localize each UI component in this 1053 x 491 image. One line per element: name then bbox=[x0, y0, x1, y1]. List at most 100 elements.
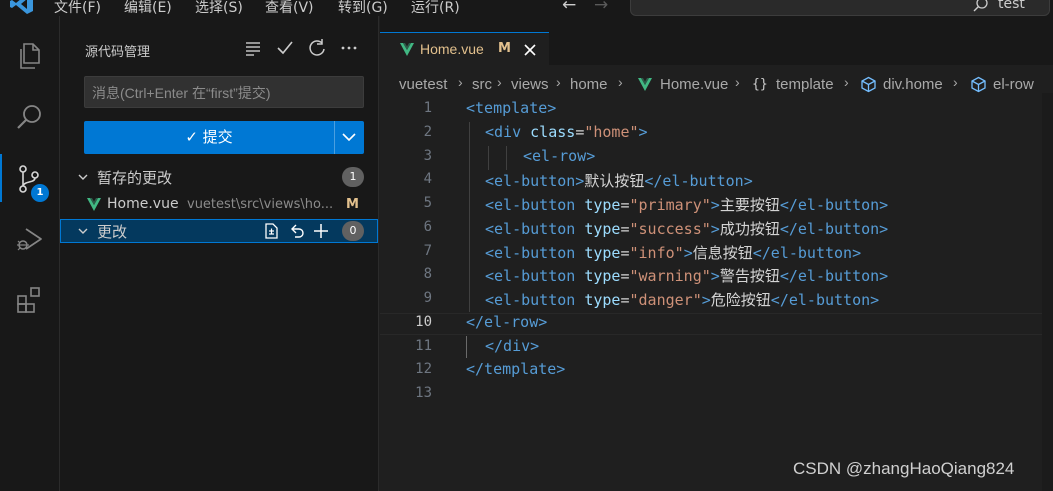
source-control-panel: 源代码管理 消息(Ctrl+Enter 在“first”提交) ✓ 提交 暂存的… bbox=[60, 16, 379, 491]
code-token: = bbox=[620, 291, 630, 309]
chevron-right-icon: › bbox=[497, 74, 502, 90]
line-number: 9 bbox=[423, 290, 432, 306]
code-line: <el-button type="primary">主要按钮</el-butto… bbox=[485, 194, 888, 215]
activity-source-control[interactable]: 1 bbox=[0, 154, 60, 202]
close-icon[interactable] bbox=[522, 42, 538, 58]
code-editor[interactable]: 1 2 3 4 5 6 7 8 9 10 11 12 13 <template>… bbox=[380, 93, 1053, 491]
forward-arrow-icon[interactable]: → bbox=[594, 0, 608, 15]
indent-guide bbox=[506, 146, 507, 170]
changes-label: 更改 bbox=[97, 223, 128, 241]
code-line: <el-button type="warning">警告按钮</el-butto… bbox=[485, 265, 888, 286]
menu-edit[interactable]: 编辑(E) bbox=[124, 0, 172, 16]
braces-icon: {} bbox=[752, 77, 768, 92]
open-file-icon[interactable] bbox=[262, 222, 280, 240]
staged-count-badge: 1 bbox=[342, 167, 364, 187]
code-token: 警告按钮 bbox=[719, 267, 780, 285]
code-line: <el-button>默认按钮</el-button> bbox=[485, 170, 753, 191]
more-actions-icon[interactable] bbox=[339, 38, 359, 58]
code-token: </el-button> bbox=[779, 267, 889, 285]
breadcrumb-item[interactable]: src bbox=[472, 76, 492, 93]
code-token: <el-button bbox=[485, 267, 576, 285]
breadcrumb: vuetest › src › views › home › Home.vue … bbox=[380, 65, 1053, 93]
code-token: = bbox=[620, 267, 630, 285]
code-line: </el-row> bbox=[466, 313, 547, 331]
code-token: type bbox=[584, 267, 621, 285]
commit-check-icon[interactable] bbox=[275, 38, 295, 58]
vscode-logo-icon[interactable] bbox=[10, 0, 34, 14]
commit-message-input[interactable]: 消息(Ctrl+Enter 在“first”提交) bbox=[84, 76, 364, 108]
activity-search[interactable] bbox=[0, 93, 60, 141]
code-token: <el-button> bbox=[485, 172, 585, 190]
breadcrumb-item[interactable]: el-row bbox=[993, 76, 1034, 93]
breadcrumb-item[interactable]: Home.vue bbox=[660, 76, 728, 93]
changes-header[interactable]: 更改 0 bbox=[60, 219, 378, 243]
breadcrumb-item[interactable]: template bbox=[776, 76, 834, 93]
refresh-icon[interactable] bbox=[307, 38, 327, 58]
title-bar: 文件(F) 编辑(E) 选择(S) 查看(V) 转到(G) 运行(R) ← → … bbox=[0, 0, 1053, 16]
breadcrumb-item[interactable]: home bbox=[570, 76, 608, 93]
code-token: </el-row> bbox=[466, 313, 548, 331]
stage-all-plus-icon[interactable] bbox=[312, 222, 330, 240]
commit-dropdown-button[interactable] bbox=[334, 121, 364, 154]
code-token: "home" bbox=[584, 123, 639, 141]
code-token: class bbox=[530, 123, 576, 141]
code-token: "success" bbox=[629, 220, 711, 238]
search-icon bbox=[17, 105, 41, 129]
chevron-right-icon: › bbox=[735, 74, 740, 90]
menu-view[interactable]: 查看(V) bbox=[265, 0, 314, 16]
panel-title: 源代码管理 bbox=[85, 45, 151, 60]
code-token: </template> bbox=[466, 360, 566, 378]
line-number: 8 bbox=[423, 266, 432, 282]
line-number: 12 bbox=[415, 361, 432, 377]
code-line: </template> bbox=[466, 360, 565, 378]
view-as-tree-icon[interactable] bbox=[243, 38, 263, 58]
menu-run[interactable]: 运行(R) bbox=[411, 0, 460, 16]
activity-bar: 1 bbox=[0, 16, 60, 491]
code-line: <div class="home"> bbox=[485, 123, 648, 141]
code-token: = bbox=[620, 220, 630, 238]
chevron-right-icon: › bbox=[844, 74, 849, 90]
code-line: <template> bbox=[466, 99, 556, 117]
minimap[interactable] bbox=[1042, 93, 1053, 491]
discard-changes-icon[interactable] bbox=[288, 222, 306, 240]
code-token: <el-button bbox=[485, 220, 576, 238]
breadcrumb-item[interactable]: div.home bbox=[883, 76, 943, 93]
element-cube-icon bbox=[971, 76, 986, 93]
code-token: type bbox=[584, 196, 621, 214]
staged-file-row[interactable]: Home.vue vuetest\src\views\ho... M bbox=[60, 194, 378, 216]
code-token: <el-button bbox=[485, 291, 576, 309]
search-icon bbox=[973, 0, 988, 12]
line-number: 5 bbox=[423, 195, 432, 211]
scm-badge: 1 bbox=[31, 184, 49, 202]
breadcrumb-item[interactable]: vuetest bbox=[399, 76, 447, 93]
code-token: > bbox=[701, 291, 711, 309]
code-token: <div bbox=[485, 123, 522, 141]
back-arrow-icon[interactable]: ← bbox=[562, 0, 576, 15]
menu-go[interactable]: 转到(G) bbox=[338, 0, 388, 16]
code-token: </el-button> bbox=[770, 291, 880, 309]
command-center-text: test bbox=[998, 0, 1025, 12]
activity-run-debug[interactable] bbox=[0, 214, 60, 262]
code-token: > bbox=[710, 220, 720, 238]
code-token: 信息按钮 bbox=[692, 244, 753, 262]
breadcrumb-item[interactable]: views bbox=[511, 76, 549, 93]
code-token: 主要按钮 bbox=[719, 196, 780, 214]
menu-selection[interactable]: 选择(S) bbox=[195, 0, 243, 16]
extensions-icon bbox=[17, 287, 40, 313]
staged-file-path: vuetest\src\views\ho... bbox=[187, 197, 332, 212]
element-cube-icon bbox=[861, 76, 876, 93]
staged-file-name: Home.vue bbox=[107, 196, 179, 212]
code-token: </el-button> bbox=[779, 196, 889, 214]
code-token: > bbox=[710, 196, 720, 214]
menu-file[interactable]: 文件(F) bbox=[54, 0, 101, 16]
staged-changes-label: 暂存的更改 bbox=[97, 169, 173, 187]
staged-changes-header[interactable]: 暂存的更改 1 bbox=[60, 165, 378, 189]
line-number: 6 bbox=[423, 219, 432, 235]
activity-extensions[interactable] bbox=[0, 275, 60, 323]
code-line: <el-button type="success">成功按钮</el-butto… bbox=[485, 218, 888, 239]
activity-explorer[interactable] bbox=[0, 31, 60, 79]
chevron-right-icon: › bbox=[618, 74, 623, 90]
commit-button[interactable]: ✓ 提交 bbox=[84, 121, 334, 154]
code-line: </div> bbox=[485, 337, 539, 355]
tab-home-vue[interactable]: Home.vue M bbox=[380, 32, 549, 65]
